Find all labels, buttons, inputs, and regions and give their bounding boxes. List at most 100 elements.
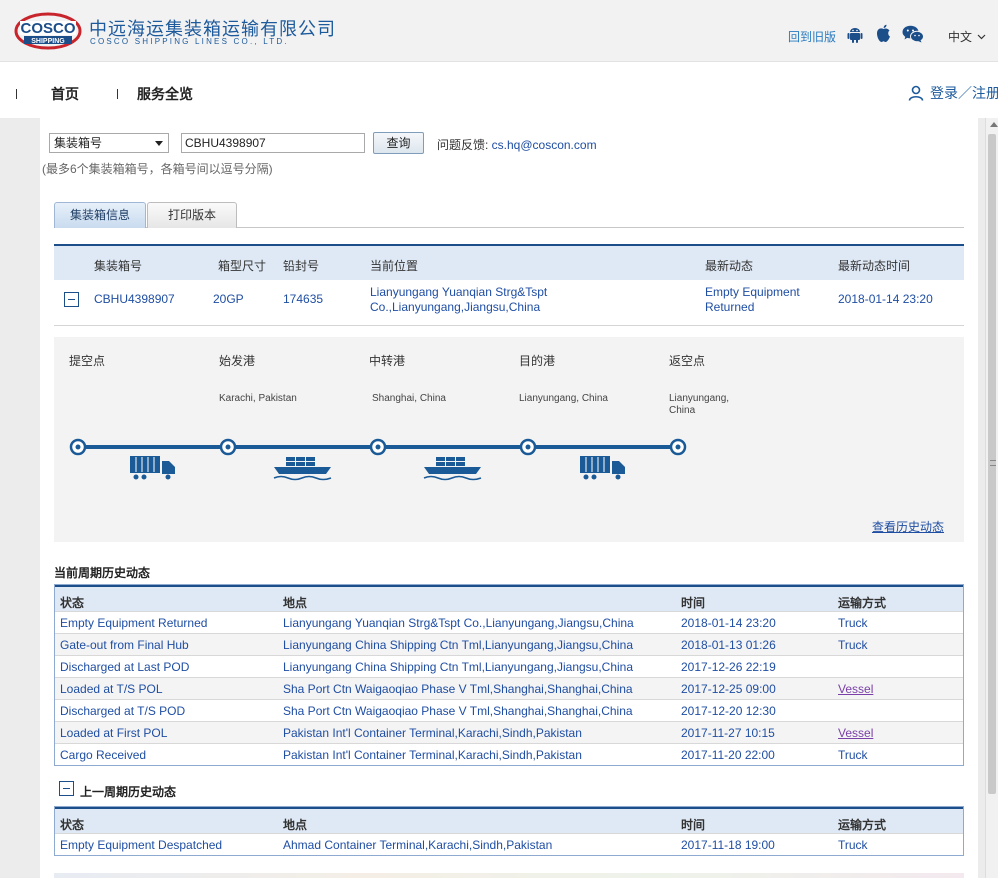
apple-icon[interactable] — [875, 24, 892, 43]
table-row: Cargo Received Pakistan Int'l Container … — [55, 743, 963, 765]
col-transport: 运输方式 — [838, 818, 887, 832]
user-icon — [908, 85, 924, 101]
vessel-icon — [273, 457, 332, 481]
search-button[interactable]: 查询 — [373, 132, 424, 154]
previous-history-title: 上一周期历史动态 — [80, 785, 177, 799]
container-row: CBHU4398907 20GP 174635 Lianyungang Yuan… — [54, 280, 964, 326]
event-status: Discharged at Last POD — [60, 660, 190, 674]
event-time: 2017-11-18 19:00 — [681, 838, 775, 852]
footer-strip — [54, 873, 964, 878]
current-history-table: 状态 地点 时间 运输方式 Empty Equipment Returned L… — [54, 584, 964, 766]
event-time: 2017-12-25 09:00 — [681, 682, 776, 696]
col-status-time: 最新动态时间 — [838, 259, 911, 273]
table-header: 状态 地点 时间 运输方式 — [55, 807, 963, 833]
scroll-grip — [990, 460, 996, 466]
table-row: Discharged at Last POD Lianyungang China… — [55, 655, 963, 677]
status-time: 2018-01-14 23:20 — [838, 292, 933, 306]
info-table-header: 集装箱号 箱型尺寸 铅封号 当前位置 最新动态 最新动态时间 — [54, 246, 964, 280]
event-time: 2018-01-14 23:20 — [681, 616, 776, 630]
col-seal: 铅封号 — [283, 259, 320, 273]
event-location: Sha Port Ctn Waigaoqiao Phase V Tml,Shan… — [283, 704, 633, 718]
event-location: Lianyungang China Shipping Ctn Tml,Liany… — [283, 660, 634, 674]
wechat-icon[interactable] — [902, 25, 924, 43]
event-time: 2017-12-26 22:19 — [681, 660, 776, 674]
scroll-up-arrow[interactable] — [990, 122, 998, 127]
truck-icon — [580, 456, 625, 480]
feedback-label: 问题反馈: — [437, 138, 492, 152]
truck-icon — [130, 456, 175, 480]
cosco-logo[interactable]: COSCO SHIPPING — [14, 12, 82, 50]
container-number[interactable]: CBHU4398907 — [94, 292, 175, 307]
svg-text:COSCO: COSCO — [20, 20, 75, 37]
old-version-link[interactable]: 回到旧版 — [788, 28, 836, 45]
event-time: 2017-12-20 12:30 — [681, 704, 776, 718]
event-time: 2018-01-13 01:26 — [681, 638, 776, 652]
tab-print-version[interactable]: 打印版本 — [147, 202, 237, 228]
view-history-link[interactable]: 查看历史动态 — [872, 518, 944, 535]
vessel-link[interactable]: Vessel — [838, 682, 873, 696]
location-line-2: Co.,Lianyungang,Jiangsu,China — [370, 300, 541, 314]
event-location: Sha Port Ctn Waigaoqiao Phase V Tml,Shan… — [283, 682, 633, 696]
nav-home[interactable]: 首页 — [51, 84, 79, 104]
search-type-select[interactable]: 集装箱号 — [49, 133, 169, 153]
collapse-previous-icon[interactable] — [59, 781, 74, 796]
vessel-icon — [423, 457, 482, 481]
col-location: 当前位置 — [370, 259, 419, 273]
feedback-email-link[interactable]: cs.hq@coscon.com — [492, 138, 597, 152]
language-label: 中文 — [948, 30, 973, 44]
status-line-2: Returned — [705, 300, 755, 314]
feedback: 问题反馈: cs.hq@coscon.com — [437, 136, 597, 153]
table-header: 状态 地点 时间 运输方式 — [55, 585, 963, 611]
event-status: Discharged at T/S POD — [60, 704, 186, 718]
seal-number: 174635 — [283, 292, 324, 306]
table-row: Discharged at T/S POD Sha Port Ctn Waiga… — [55, 699, 963, 721]
location-line-1: Lianyungang Yuanqian Strg&Tspt — [370, 285, 548, 299]
col-size: 箱型尺寸 — [218, 259, 267, 273]
search-type-value: 集装箱号 — [54, 136, 103, 150]
event-transport: Truck — [838, 838, 868, 852]
event-status: Empty Equipment Returned — [60, 616, 208, 630]
col-status: 状态 — [60, 818, 85, 832]
login-link[interactable]: 登录／注册 — [908, 83, 998, 103]
route-graphic — [69, 438, 687, 481]
main-nav: 首页 服务全览 登录／注册 — [0, 62, 998, 118]
chevron-down-icon — [977, 34, 986, 40]
event-location: Lianyungang China Shipping Ctn Tml,Liany… — [283, 638, 634, 652]
language-selector[interactable]: 中文 — [948, 28, 986, 45]
nav-separator — [16, 89, 17, 99]
event-location: Pakistan Int'l Container Terminal,Karach… — [283, 748, 582, 762]
event-status: Loaded at T/S POL — [60, 682, 163, 696]
table-row: Empty Equipment Despatched Ahmad Contain… — [55, 833, 963, 855]
event-location: Pakistan Int'l Container Terminal,Karach… — [283, 726, 582, 740]
previous-history-table: 状态 地点 时间 运输方式 Empty Equipment Despatched… — [54, 806, 964, 856]
col-time: 时间 — [681, 818, 706, 832]
event-status: Empty Equipment Despatched — [60, 838, 223, 852]
table-row: Empty Equipment Returned Lianyungang Yua… — [55, 611, 963, 633]
vessel-link[interactable]: Vessel — [838, 726, 873, 740]
event-time: 2017-11-20 22:00 — [681, 748, 775, 762]
event-time: 2017-11-27 10:15 — [681, 726, 775, 740]
dropdown-arrow-icon — [155, 141, 163, 146]
top-bar: COSCO SHIPPING 中远海运集装箱运输有限公司 COSCO SHIPP… — [0, 0, 998, 62]
col-status: 状态 — [60, 596, 85, 610]
event-transport: Truck — [838, 638, 868, 652]
search-hint: (最多6个集装箱箱号，各箱号间以逗号分隔) — [42, 162, 273, 176]
event-status: Gate-out from Final Hub — [60, 638, 189, 652]
event-transport: Truck — [838, 748, 868, 762]
current-history-title: 当前周期历史动态 — [54, 566, 151, 580]
table-row: Loaded at T/S POL Sha Port Ctn Waigaoqia… — [55, 677, 963, 699]
container-number-input[interactable]: CBHU4398907 — [181, 133, 365, 153]
tab-container-info[interactable]: 集装箱信息 — [54, 202, 146, 228]
container-size: 20GP — [213, 292, 244, 306]
col-transport: 运输方式 — [838, 596, 887, 610]
table-row: Loaded at First POL Pakistan Int'l Conta… — [55, 721, 963, 743]
login-label: 登录／注册 — [930, 86, 998, 102]
nav-services[interactable]: 服务全览 — [137, 84, 193, 104]
route-panel: 提空点 始发港 中转港 目的港 返空点 Karachi, Pakistan Sh… — [54, 337, 964, 542]
svg-text:SHIPPING: SHIPPING — [31, 38, 65, 45]
android-icon[interactable] — [846, 26, 864, 44]
collapse-icon[interactable] — [64, 292, 79, 307]
nav-separator — [117, 89, 118, 99]
event-status: Loaded at First POL — [60, 726, 168, 740]
col-location: 地点 — [283, 818, 308, 832]
